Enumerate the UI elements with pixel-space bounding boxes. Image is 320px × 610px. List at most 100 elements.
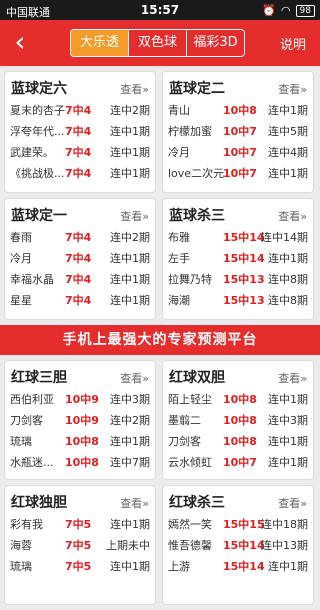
list-item[interactable]: 刀剑客 10中9 连中2期: [5, 410, 155, 431]
expert-card: 蓝球定二 查看» 青山 10中8 连中1期 柠檬加蜜 10中7 连中5期 冷月 10中7 连…: [162, 71, 314, 193]
hit-rate: 10中8: [223, 104, 257, 117]
tab-shuangseqiu[interactable]: 双色球: [129, 30, 187, 56]
card-title: 红球双胆: [169, 370, 225, 386]
streak: 连中18期: [261, 518, 308, 531]
hit-rate: 10中8: [65, 456, 99, 469]
expert-name: 嫣然一笑: [168, 518, 212, 531]
hit-rate: 7中5: [65, 539, 92, 552]
streak: 连中5期: [268, 125, 308, 138]
list-item[interactable]: 陌上轻尘 10中8 连中1期: [163, 389, 313, 410]
view-more-link[interactable]: 查看»: [278, 81, 307, 97]
list-item[interactable]: 冷月 7中4 连中1期: [5, 248, 155, 269]
list-item[interactable]: love二次元 10中7 连中1期: [163, 163, 313, 184]
streak: 连中1期: [110, 146, 150, 159]
view-more-link[interactable]: 查看»: [120, 81, 149, 97]
expert-card: 红球三胆 查看» 西伯利亚 10中9 连中3期 刀剑客 10中9 连中2期 琉璃 10中8…: [4, 360, 156, 480]
list-item[interactable]: 琉璃 7中5 连中1期: [5, 556, 155, 577]
expert-name: 幸福水晶: [10, 273, 54, 286]
hit-rate: 10中8: [223, 435, 257, 448]
list-item[interactable]: 青山 10中8 连中1期: [163, 100, 313, 121]
promo-banner[interactable]: 手机上最强大的专家预测平台: [0, 325, 320, 355]
list-item[interactable]: 彩有我 7中5 连中1期: [5, 514, 155, 535]
hit-rate: 10中7: [223, 167, 257, 180]
view-more-link[interactable]: 查看»: [278, 495, 307, 511]
hit-rate: 10中8: [223, 414, 257, 427]
card-header: 蓝球定六 查看»: [5, 72, 155, 100]
expert-name: 《挑战极...: [10, 167, 65, 180]
list-item[interactable]: 拉舞乃特 15中13 连中8期: [163, 269, 313, 290]
bottom-card-grid: 红球三胆 查看» 西伯利亚 10中9 连中3期 刀剑客 10中9 连中2期 琉璃 10中8…: [0, 360, 320, 610]
list-item[interactable]: 布雅 15中14 连中14期: [163, 227, 313, 248]
streak: 连中1期: [268, 167, 308, 180]
expert-name: 柠檬加蜜: [168, 125, 212, 138]
streak: 连中4期: [268, 146, 308, 159]
hit-rate: 15中14: [223, 252, 265, 265]
list-item[interactable]: 《挑战极... 7中4 连中1期: [5, 163, 155, 184]
expert-name: 冷月: [10, 252, 32, 265]
hit-rate: 7中5: [65, 518, 92, 531]
list-item[interactable]: 星星 7中4 连中1期: [5, 290, 155, 311]
tab-fucai3d[interactable]: 福彩3D: [187, 30, 244, 56]
list-item[interactable]: 水瓶迷... 10中8 连中7期: [5, 452, 155, 473]
streak: 连中2期: [110, 104, 150, 117]
expert-name: 武建荣。: [10, 146, 54, 159]
card-header: 蓝球定一 查看»: [5, 199, 155, 227]
hit-rate: 7中4: [65, 273, 92, 286]
list-item[interactable]: 惟吾德馨 15中14 连中13期: [163, 535, 313, 556]
card-title: 蓝球定二: [169, 81, 225, 97]
list-item[interactable]: 西伯利亚 10中9 连中3期: [5, 389, 155, 410]
card-title: 蓝球杀三: [169, 208, 225, 224]
hit-rate: 15中13: [223, 294, 265, 307]
streak: 连中14期: [261, 231, 308, 244]
hit-rate: 7中4: [65, 167, 92, 180]
hit-rate: 10中7: [223, 125, 257, 138]
streak: 连中1期: [110, 167, 150, 180]
list-item[interactable]: 柠檬加蜜 10中7 连中5期: [163, 121, 313, 142]
list-item[interactable]: 冷月 10中7 连中4期: [163, 142, 313, 163]
expert-name: 上游: [168, 560, 190, 573]
view-more-link[interactable]: 查看»: [120, 370, 149, 386]
list-item[interactable]: 浮夸年代... 7中4 连中1期: [5, 121, 155, 142]
list-item[interactable]: 夏末的杏子 7中4 连中2期: [5, 100, 155, 121]
explain-button[interactable]: 说明: [280, 34, 306, 53]
streak: 连中1期: [110, 125, 150, 138]
streak: 连中1期: [268, 560, 308, 573]
hit-rate: 15中14: [223, 231, 265, 244]
list-item[interactable]: 海潮 15中13 连中8期: [163, 290, 313, 311]
view-more-link[interactable]: 查看»: [278, 208, 307, 224]
list-item[interactable]: 刀剑客 10中8 连中1期: [163, 431, 313, 452]
list-item[interactable]: 海蓉 7中5 上期未中: [5, 535, 155, 556]
expert-name: 浮夸年代...: [10, 125, 65, 138]
list-item[interactable]: 春雨 7中4 连中2期: [5, 227, 155, 248]
list-item[interactable]: 云水倾虹 10中7 连中1期: [163, 452, 313, 473]
streak: 连中8期: [268, 273, 308, 286]
card-title: 红球杀三: [169, 495, 225, 511]
hit-rate: 15中14: [223, 560, 265, 573]
list-item[interactable]: 琉璃 10中8 连中1期: [5, 431, 155, 452]
hit-rate: 7中4: [65, 104, 92, 117]
tab-daletou[interactable]: 大乐透: [71, 30, 129, 56]
list-item[interactable]: 上游 15中14 连中1期: [163, 556, 313, 577]
list-item[interactable]: 嫣然一笑 15中15 连中18期: [163, 514, 313, 535]
view-more-link[interactable]: 查看»: [120, 208, 149, 224]
hit-rate: 15中13: [223, 273, 265, 286]
view-more-link[interactable]: 查看»: [278, 370, 307, 386]
status-icons: ⏰ ◠ 98: [262, 4, 315, 17]
view-more-link[interactable]: 查看»: [120, 495, 149, 511]
list-item[interactable]: 左手 15中14 连中1期: [163, 248, 313, 269]
top-card-grid: 蓝球定六 查看» 夏末的杏子 7中4 连中2期 浮夸年代... 7中4 连中1期 武建荣…: [0, 66, 320, 325]
back-icon[interactable]: ‹: [6, 28, 34, 56]
streak: 连中1期: [268, 104, 308, 117]
streak: 连中1期: [110, 518, 150, 531]
hit-rate: 15中15: [223, 518, 265, 531]
expert-name: 惟吾德馨: [168, 539, 212, 552]
hit-rate: 7中4: [65, 125, 92, 138]
expert-name: 星星: [10, 294, 32, 307]
list-item[interactable]: 幸福水晶 7中4 连中1期: [5, 269, 155, 290]
expert-name: 陌上轻尘: [168, 393, 212, 406]
expert-name: 西伯利亚: [10, 393, 54, 406]
list-item[interactable]: 墨翦二 10中8 连中3期: [163, 410, 313, 431]
hit-rate: 7中4: [65, 146, 92, 159]
list-item[interactable]: 武建荣。 7中4 连中1期: [5, 142, 155, 163]
expert-card: 红球杀三 查看» 嫣然一笑 15中15 连中18期 惟吾德馨 15中14 连中13期 上…: [162, 485, 314, 605]
